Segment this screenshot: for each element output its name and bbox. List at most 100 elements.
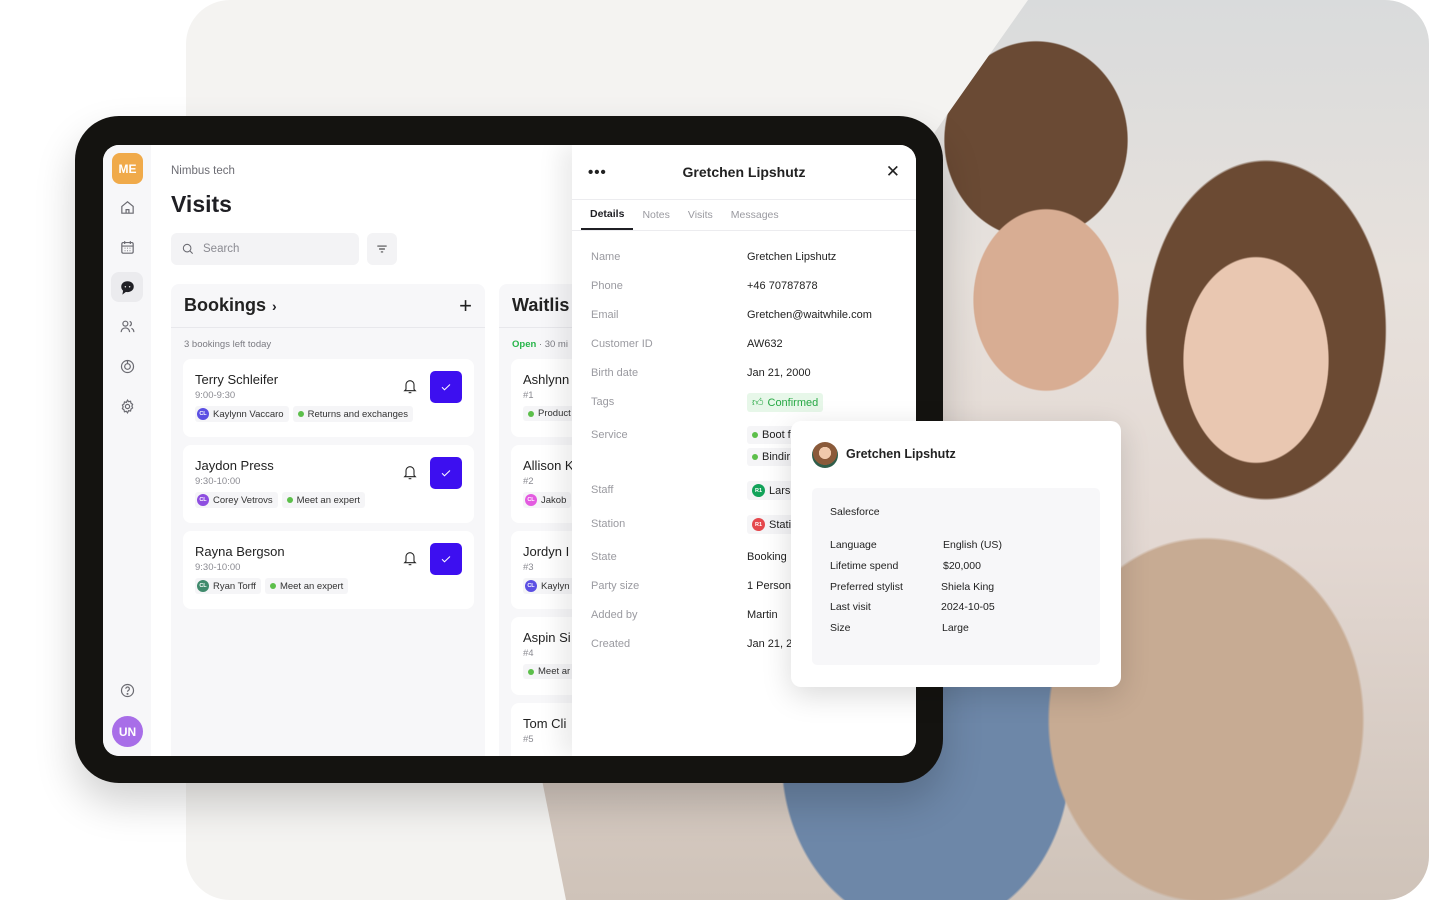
gear-icon	[121, 398, 133, 414]
add-booking-button[interactable]: +	[459, 294, 472, 317]
field-value[interactable]: Booking	[747, 551, 787, 563]
status-dot	[297, 411, 304, 417]
tab-visits[interactable]: Visits	[679, 200, 722, 230]
staff-avatar: CL	[197, 408, 209, 420]
status-dot	[269, 583, 276, 589]
booking-card[interactable]: Terry Schleifer 9:00-9:30 CL Kaylynn Vacc…	[183, 359, 474, 437]
chat-bubble-icon	[120, 280, 134, 295]
user-avatar[interactable]: UN	[112, 716, 143, 747]
customer-name: Jaydon Press	[195, 458, 274, 473]
account-avatar[interactable]: ME	[112, 153, 143, 184]
field-value[interactable]: Jan 21, 2000	[747, 367, 811, 379]
tag-label: Confirmed	[767, 396, 819, 409]
customer-avatar	[812, 442, 838, 468]
sidebar-item-calendar[interactable]	[111, 232, 143, 262]
confirmed-tag[interactable]: 👍︎ Confirmed	[747, 393, 824, 412]
organization-name: Nimbus tech	[171, 165, 235, 177]
field-label: Created	[591, 638, 631, 650]
staff-avatar: CL	[197, 494, 209, 506]
staff-chip[interactable]: R1 Lars	[747, 481, 796, 500]
sidebar-item-visits[interactable]	[111, 272, 143, 302]
check-in-button[interactable]	[430, 543, 462, 575]
staff-avatar: CL	[525, 580, 537, 592]
search-input[interactable]	[203, 243, 343, 255]
row-value: $20,000	[943, 560, 981, 572]
tab-notes[interactable]: Notes	[633, 200, 678, 230]
field-label: Party size	[591, 580, 640, 592]
search-box[interactable]	[171, 233, 359, 265]
field-value[interactable]: Gretchen Lipshutz	[747, 251, 836, 263]
station-chip[interactable]: R1 Stati	[747, 515, 797, 534]
sidebar-item-help[interactable]	[111, 675, 143, 705]
bell-icon	[403, 552, 417, 566]
sidebar-item-settings[interactable]	[111, 391, 143, 421]
salesforce-title: Salesforce	[830, 506, 880, 518]
drawer-header: ••• Gretchen Lipshutz ✕	[572, 145, 916, 200]
field-value[interactable]: 1 Person	[747, 580, 791, 592]
staff-name: Corey Vetrovs	[213, 494, 273, 506]
bell-icon	[403, 466, 417, 480]
staff-name: Lars	[769, 484, 791, 497]
check-icon	[441, 470, 451, 477]
booking-time: 9:00-9:30	[195, 390, 236, 401]
sidebar-item-analytics[interactable]	[111, 351, 143, 381]
row-key: Lifetime spend	[830, 560, 899, 572]
field-label: Added by	[591, 609, 638, 621]
drawer-tabs: Details Notes Visits Messages	[572, 200, 916, 231]
field-label: Email	[591, 309, 619, 321]
search-icon	[182, 243, 194, 255]
bookings-title[interactable]: Bookings	[184, 295, 266, 316]
chevron-right-icon[interactable]: ›	[272, 298, 277, 314]
service-chip[interactable]: Bindir	[747, 448, 796, 466]
field-value: Jan 21, 2	[747, 638, 793, 650]
filter-button[interactable]	[367, 233, 397, 265]
service-chip[interactable]: Boot f	[747, 426, 796, 444]
booking-card[interactable]: Jaydon Press 9:30-10:00 CL Corey Vetrovs …	[183, 445, 474, 523]
service-name: Meet ar	[538, 666, 571, 677]
field-value[interactable]: +46 70787878	[747, 280, 818, 292]
page-title: Visits	[171, 191, 232, 217]
service-tag: Product	[523, 406, 576, 421]
row-key: Preferred stylist	[830, 581, 903, 593]
drawer-title: Gretchen Lipshutz	[682, 164, 806, 180]
staff-avatar: R1	[752, 484, 765, 497]
check-in-button[interactable]	[430, 371, 462, 403]
service-name: Meet an expert	[279, 580, 344, 592]
sidebar: ME UN	[103, 145, 151, 756]
staff-tag: CL Corey Vetrovs	[195, 492, 278, 508]
field-value: Martin	[747, 609, 778, 621]
booking-card[interactable]: Rayna Bergson 9:30-10:00 CL Ryan Torff Me…	[183, 531, 474, 609]
close-icon[interactable]: ✕	[886, 162, 900, 182]
filter-icon	[377, 245, 387, 253]
check-icon	[441, 384, 451, 391]
status-dot	[528, 668, 534, 675]
notify-button[interactable]	[402, 377, 418, 395]
bookings-column: Bookings › + 3 bookings left today Terry…	[171, 284, 485, 756]
station-avatar: R1	[752, 518, 765, 531]
tab-messages[interactable]: Messages	[722, 200, 788, 230]
check-in-button[interactable]	[430, 457, 462, 489]
booking-time: 9:30-10:00	[195, 562, 241, 573]
staff-avatar: CL	[525, 494, 537, 506]
sidebar-item-customers[interactable]	[111, 311, 143, 341]
sidebar-item-home[interactable]	[111, 192, 143, 222]
field-value[interactable]: Gretchen@waitwhile.com	[747, 309, 872, 321]
tab-details[interactable]: Details	[581, 200, 634, 230]
booking-time: 9:30-10:00	[195, 476, 241, 487]
field-label: Station	[591, 518, 626, 530]
notify-button[interactable]	[402, 463, 418, 481]
help-icon	[120, 683, 134, 697]
field-value[interactable]: AW632	[747, 338, 783, 350]
more-options-icon[interactable]: •••	[588, 164, 607, 181]
check-icon	[441, 556, 451, 563]
service-tag: Meet an expert	[281, 492, 366, 508]
staff-avatar: CL	[197, 580, 209, 592]
salesforce-popup: Gretchen Lipshutz Salesforce Language Eng…	[791, 421, 1121, 687]
row-key: Language	[830, 539, 877, 551]
field-label: Name	[591, 251, 621, 263]
service-name: Product	[538, 408, 571, 419]
notify-button[interactable]	[402, 549, 418, 567]
wait-time: · 30 mi	[538, 339, 568, 350]
service-name: Meet an expert	[296, 494, 361, 506]
waitlist-title[interactable]: Waitlis	[512, 295, 569, 316]
